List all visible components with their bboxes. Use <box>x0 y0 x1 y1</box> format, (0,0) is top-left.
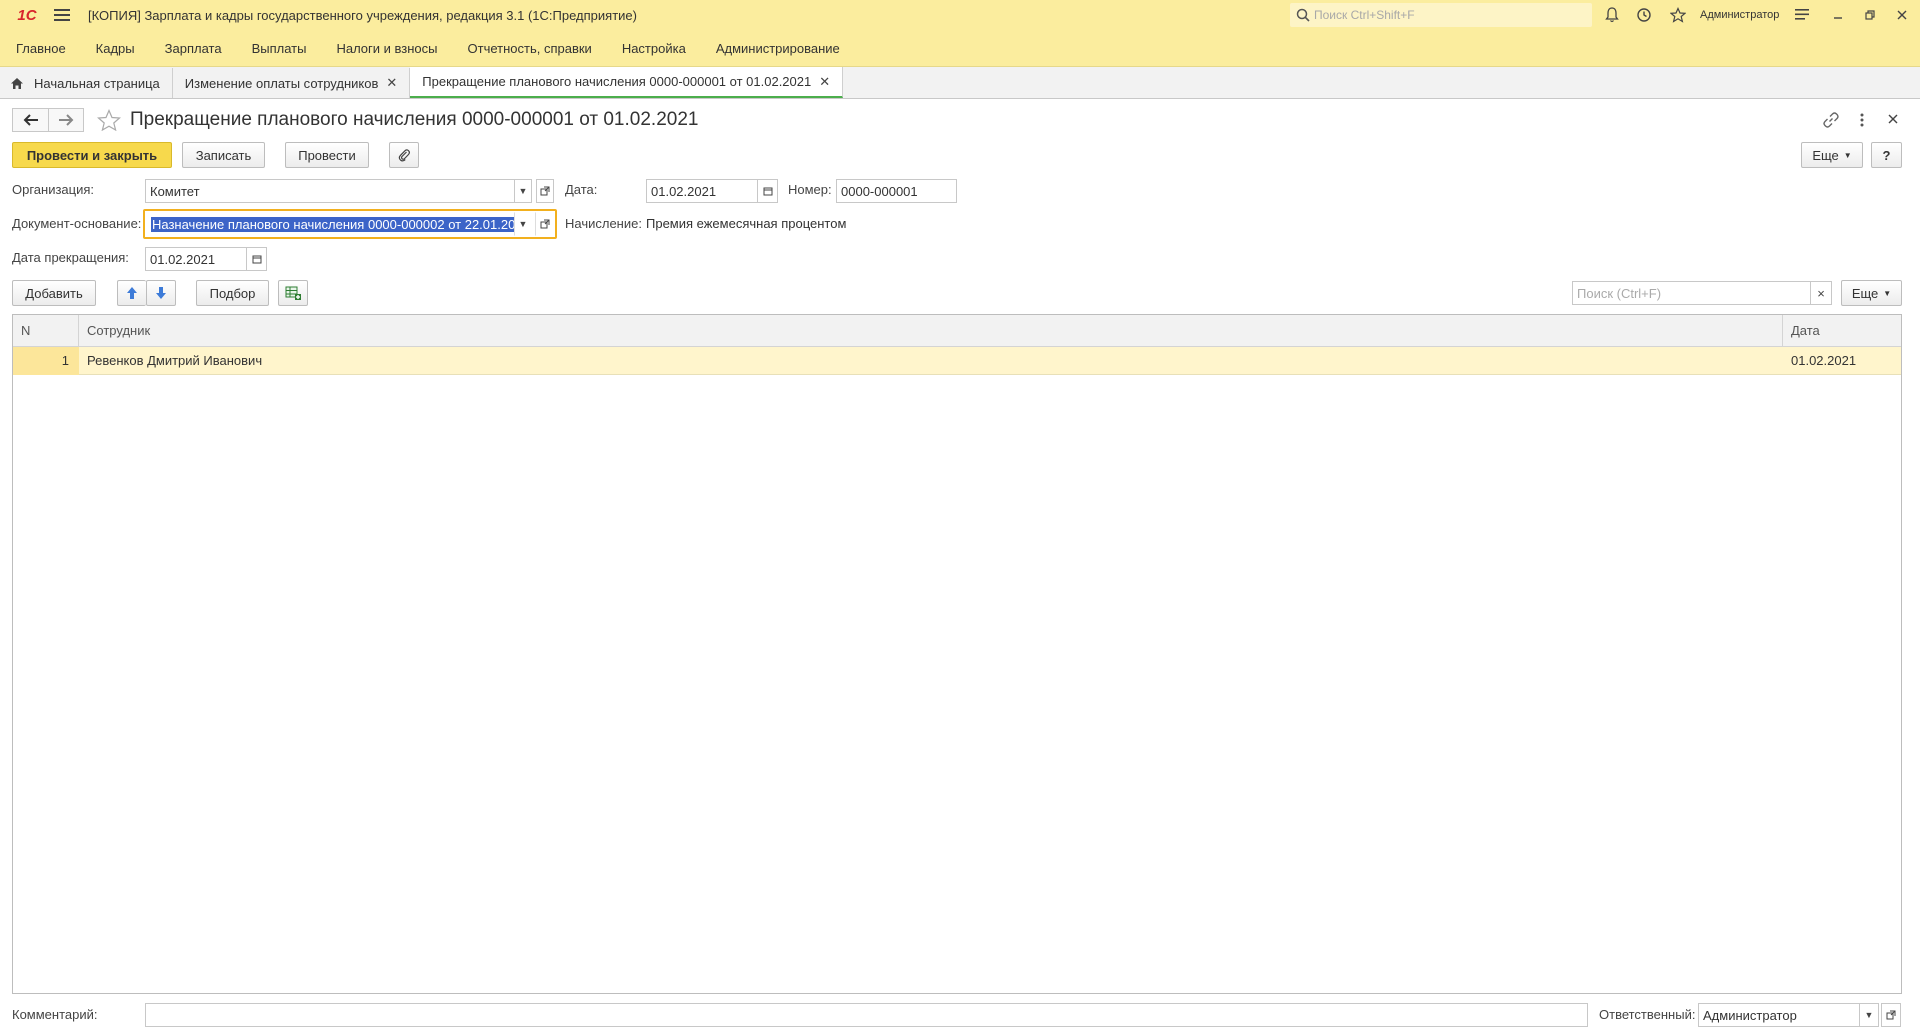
chevron-down-icon: ▼ <box>1843 150 1852 160</box>
minimize-icon[interactable] <box>1826 0 1850 30</box>
date-field[interactable]: 01.02.2021 <box>646 179 758 203</box>
menu-taxes[interactable]: Налоги и взносы <box>336 41 437 56</box>
basis-dropdown-icon[interactable]: ▼ <box>514 212 532 236</box>
organization-label: Организация: <box>12 182 95 197</box>
bell-icon[interactable] <box>1600 0 1624 30</box>
table-search-input[interactable]: Поиск (Ctrl+F) <box>1572 281 1811 305</box>
table-header: N Сотрудник Дата прекращения <box>13 315 1903 370</box>
table-add-icon <box>285 286 301 300</box>
forward-button[interactable] <box>48 108 84 132</box>
document-title: Прекращение планового начисления 0000-00… <box>130 109 699 130</box>
sections-menu: Главное Кадры Зарплата Выплаты Налоги и … <box>0 30 1920 67</box>
menu-hr[interactable]: Кадры <box>96 41 135 56</box>
menu-admin[interactable]: Администрирование <box>716 41 840 56</box>
fill-table-button[interactable] <box>278 280 308 306</box>
responsible-open-icon[interactable] <box>1881 1003 1901 1027</box>
post-and-close-button[interactable]: Провести и закрыть <box>12 142 172 168</box>
form-more-label: Еще <box>1812 147 1839 163</box>
close-tab-icon[interactable]: ✕ <box>386 75 397 91</box>
settings-menu-icon[interactable] <box>1790 0 1814 30</box>
global-search-placeholder: Поиск Ctrl+Shift+F <box>1314 8 1415 22</box>
table-row[interactable]: 1 Ревенков Дмитрий Иванович 01.02.2021 <box>13 347 1901 375</box>
clear-search-icon[interactable]: × <box>1810 281 1832 305</box>
row-end-date[interactable]: 01.02.2021 <box>1783 347 1903 375</box>
home-icon <box>11 77 23 89</box>
arrow-left-icon <box>23 114 38 126</box>
basis-document-value: Назначение планового начисления 0000-000… <box>151 216 516 232</box>
move-down-button[interactable] <box>146 280 176 306</box>
end-date-label: Дата прекращения: <box>12 250 129 265</box>
comment-field[interactable] <box>145 1003 1588 1027</box>
number-field[interactable]: 0000-000001 <box>836 179 957 203</box>
close-window-icon[interactable] <box>1890 0 1914 30</box>
menu-payments[interactable]: Выплаты <box>252 41 307 56</box>
open-windows-tabs: Начальная страница Изменение оплаты сотр… <box>0 67 1920 99</box>
row-employee[interactable]: Ревенков Дмитрий Иванович <box>79 347 1783 375</box>
tab-pay-change[interactable]: Изменение оплаты сотрудников ✕ <box>172 68 411 98</box>
save-button[interactable]: Записать <box>182 142 265 168</box>
organization-dropdown-icon[interactable]: ▼ <box>514 179 532 203</box>
basis-document-label: Документ-основание: <box>12 216 142 231</box>
number-label: Номер: <box>788 182 832 197</box>
comment-label: Комментарий: <box>12 1007 98 1022</box>
global-search-input[interactable]: Поиск Ctrl+Shift+F <box>1290 3 1592 27</box>
responsible-label: Ответственный: <box>1599 1007 1696 1022</box>
column-header-n[interactable]: N <box>13 315 79 347</box>
close-form-icon[interactable] <box>1887 113 1899 128</box>
history-icon[interactable] <box>1632 0 1656 30</box>
paperclip-icon <box>398 149 410 162</box>
column-header-employee[interactable]: Сотрудник <box>79 315 1783 347</box>
app-logo: 1С <box>17 6 37 24</box>
table-more-label: Еще <box>1851 285 1879 301</box>
restore-icon[interactable] <box>1858 0 1882 30</box>
organization-open-icon[interactable] <box>536 179 554 203</box>
main-menu-icon[interactable] <box>50 0 74 30</box>
current-user[interactable]: Администратор <box>1700 0 1779 30</box>
menu-salary[interactable]: Зарплата <box>165 41 222 56</box>
arrow-down-icon <box>156 287 166 299</box>
organization-field[interactable]: Комитет <box>145 179 515 203</box>
close-tab-icon[interactable]: ✕ <box>819 74 830 90</box>
favorite-star-icon[interactable] <box>97 108 121 134</box>
column-header-end-date[interactable]: Дата прекращения <box>1783 315 1903 370</box>
more-actions-icon[interactable] <box>1856 111 1868 132</box>
tab-home[interactable]: Начальная страница <box>0 68 173 98</box>
menu-settings[interactable]: Настройка <box>622 41 686 56</box>
responsible-dropdown-icon[interactable]: ▼ <box>1859 1003 1879 1027</box>
favorites-star-icon[interactable] <box>1666 0 1690 30</box>
pick-button[interactable]: Подбор <box>196 280 269 306</box>
back-button[interactable] <box>12 108 48 132</box>
employees-table[interactable]: N Сотрудник Дата прекращения 1 Ревенков … <box>12 314 1902 994</box>
tab-pay-change-label: Изменение оплаты сотрудников <box>184 75 379 91</box>
help-button[interactable]: ? <box>1871 142 1902 168</box>
end-date-field[interactable]: 01.02.2021 <box>145 247 247 271</box>
search-icon <box>1296 8 1310 22</box>
table-more-button[interactable]: Еще ▼ <box>1841 280 1902 306</box>
end-date-calendar-icon[interactable] <box>246 247 267 271</box>
tab-current-document[interactable]: Прекращение планового начисления 0000-00… <box>410 67 844 98</box>
accrual-label: Начисление: <box>565 216 642 231</box>
calendar-icon[interactable] <box>757 179 778 203</box>
post-button[interactable]: Провести <box>285 142 369 168</box>
add-row-button[interactable]: Добавить <box>12 280 96 306</box>
tab-current-document-label: Прекращение планового начисления 0000-00… <box>422 74 812 89</box>
attach-file-button[interactable] <box>389 142 419 168</box>
app-title: [КОПИЯ] Зарплата и кадры государственног… <box>88 7 637 23</box>
basis-document-field[interactable]: Назначение планового начисления 0000-000… <box>146 212 516 236</box>
date-label: Дата: <box>565 182 598 197</box>
form-more-button[interactable]: Еще ▼ <box>1801 142 1863 168</box>
row-number: 1 <box>13 347 79 375</box>
menu-main[interactable]: Главное <box>16 41 66 56</box>
responsible-field[interactable]: Администратор <box>1698 1003 1860 1027</box>
chevron-down-icon: ▼ <box>1883 288 1892 298</box>
arrow-right-icon <box>59 114 74 126</box>
link-icon[interactable] <box>1822 111 1840 132</box>
move-up-button[interactable] <box>117 280 146 306</box>
accrual-value: Премия ежемесячная процентом <box>646 216 847 231</box>
tab-home-label: Начальная страница <box>34 75 160 91</box>
arrow-up-icon <box>127 287 137 299</box>
basis-open-icon[interactable] <box>535 212 554 236</box>
menu-reports[interactable]: Отчетность, справки <box>468 41 592 56</box>
